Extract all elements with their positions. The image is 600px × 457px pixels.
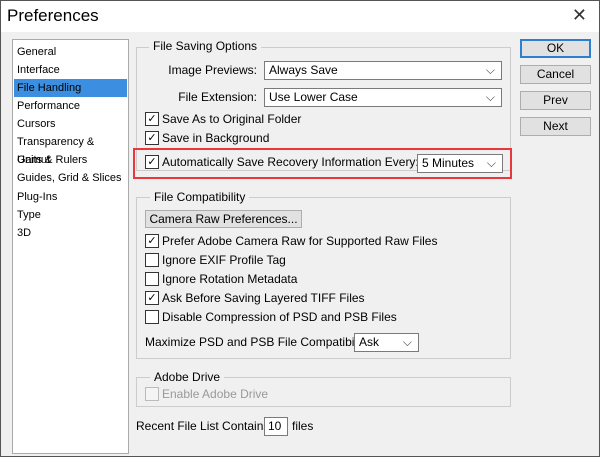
sidebar-item-performance[interactable]: Performance [14, 97, 127, 115]
save-background-checkbox[interactable]: ✓ [145, 131, 159, 145]
prefer-camera-raw-label: Prefer Adobe Camera Raw for Supported Ra… [162, 234, 438, 248]
ignore-exif-checkbox[interactable] [145, 253, 159, 267]
sidebar-item-file-handling[interactable]: File Handling [14, 79, 127, 97]
title-bar: Preferences [1, 1, 599, 32]
sidebar-item-plugins[interactable]: Plug-Ins [14, 188, 127, 206]
recent-files-input[interactable]: 10 [264, 417, 288, 436]
cancel-button[interactable]: Cancel [520, 65, 591, 84]
auto-save-interval-value: 5 Minutes [422, 156, 475, 170]
auto-save-interval-select[interactable]: 5 Minutes ⌵ [417, 154, 503, 173]
auto-save-checkbox[interactable]: ✓ [145, 155, 159, 169]
enable-drive-label: Enable Adobe Drive [162, 387, 269, 401]
image-previews-value: Always Save [269, 63, 338, 77]
recent-files-suffix: files [292, 419, 314, 433]
file-extension-select[interactable]: Use Lower Case ⌵ [264, 88, 502, 107]
prev-button[interactable]: Prev [520, 91, 591, 110]
sidebar-item-units[interactable]: Units & Rulers [14, 151, 127, 169]
chevron-down-icon: ⌵ [486, 156, 496, 170]
sidebar-item-guides[interactable]: Guides, Grid & Slices [14, 169, 127, 187]
camera-raw-preferences-button[interactable]: Camera Raw Preferences... [145, 210, 302, 228]
ignore-exif-label: Ignore EXIF Profile Tag [162, 253, 286, 267]
chevron-down-icon: ⌵ [485, 63, 495, 77]
maximize-value: Ask [359, 335, 380, 349]
disable-compression-label: Disable Compression of PSD and PSB Files [162, 310, 397, 324]
file-saving-legend: File Saving Options [149, 39, 262, 53]
next-button[interactable]: Next [520, 117, 591, 136]
close-icon[interactable]: ✕ [572, 5, 587, 26]
category-list: General Interface File Handling Performa… [12, 39, 129, 454]
chevron-down-icon: ⌵ [402, 335, 412, 349]
chevron-down-icon: ⌵ [485, 90, 495, 104]
ask-tiff-checkbox[interactable]: ✓ [145, 291, 159, 305]
ignore-rotation-checkbox[interactable] [145, 272, 159, 286]
file-extension-value: Use Lower Case [269, 90, 358, 104]
sidebar-item-3d[interactable]: 3D [14, 224, 127, 242]
sidebar-item-type[interactable]: Type [14, 206, 127, 224]
sidebar-item-interface[interactable]: Interface [14, 61, 127, 79]
adobe-drive-legend: Adobe Drive [150, 370, 225, 384]
disable-compression-checkbox[interactable] [145, 310, 159, 324]
image-previews-select[interactable]: Always Save ⌵ [264, 61, 502, 80]
auto-save-label: Automatically Save Recovery Information … [162, 155, 419, 169]
ask-tiff-label: Ask Before Saving Layered TIFF Files [162, 291, 365, 305]
prefer-camera-raw-checkbox[interactable]: ✓ [145, 234, 159, 248]
sidebar-item-transparency[interactable]: Transparency & Gamut [14, 133, 127, 166]
sidebar-item-cursors[interactable]: Cursors [14, 115, 127, 133]
enable-drive-checkbox [145, 387, 159, 401]
file-extension-label: File Extension: [178, 90, 257, 104]
maximize-label: Maximize PSD and PSB File Compatibility: [145, 335, 373, 349]
image-previews-label: Image Previews: [168, 63, 257, 77]
maximize-select[interactable]: Ask ⌵ [354, 333, 419, 352]
ok-button[interactable]: OK [520, 39, 591, 58]
save-original-label: Save As to Original Folder [162, 112, 302, 126]
sidebar-item-general[interactable]: General [14, 43, 127, 61]
window-title: Preferences [7, 6, 99, 25]
recent-files-label: Recent File List Contains: [136, 419, 273, 433]
save-background-label: Save in Background [162, 131, 270, 145]
file-compat-legend: File Compatibility [150, 190, 250, 204]
ignore-rotation-label: Ignore Rotation Metadata [162, 272, 298, 286]
save-original-checkbox[interactable]: ✓ [145, 112, 159, 126]
